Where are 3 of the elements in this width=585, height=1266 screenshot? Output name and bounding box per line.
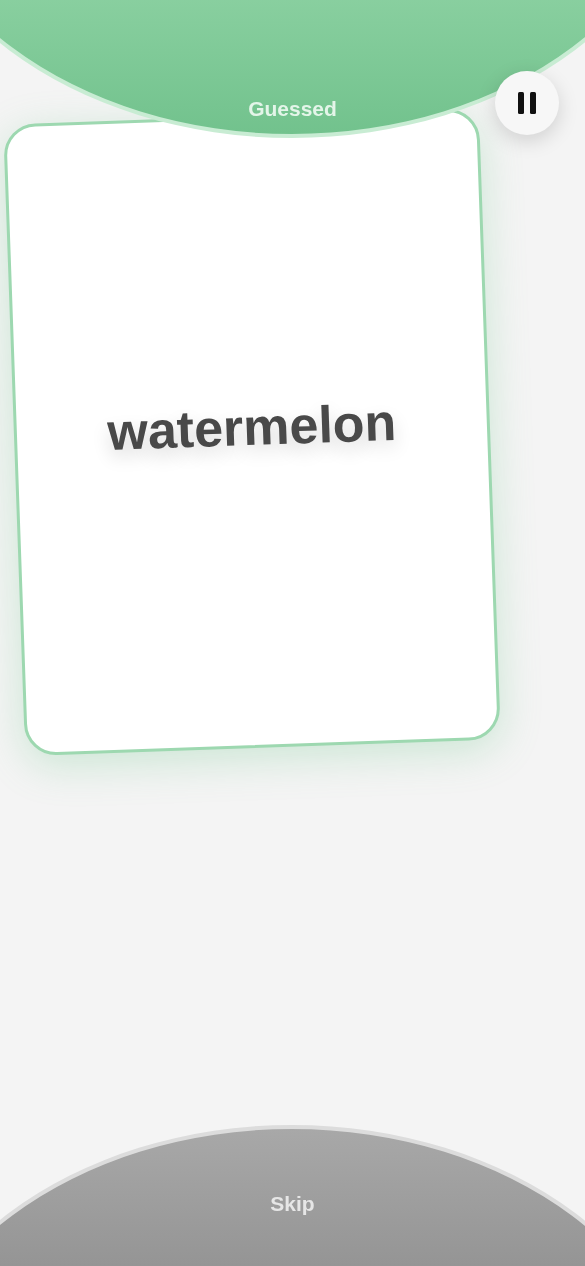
zone-label: Skip	[270, 1192, 315, 1215]
pause-icon	[518, 92, 536, 114]
card-word: watermelon	[106, 392, 398, 464]
